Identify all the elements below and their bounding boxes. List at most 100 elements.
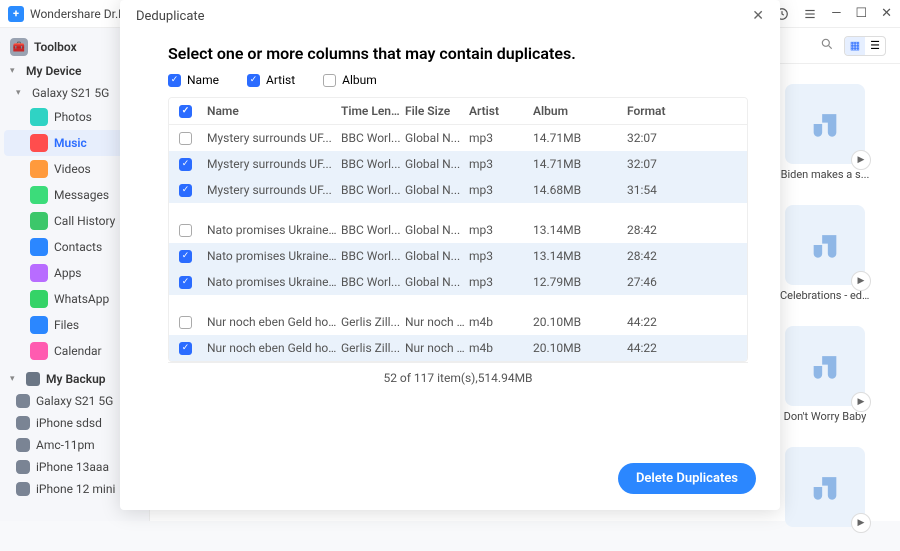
table-cell: 13.14MB xyxy=(533,223,623,237)
table-cell: mp3 xyxy=(469,275,529,289)
list-view-button[interactable]: ☰ xyxy=(865,37,885,55)
table-cell: mp3 xyxy=(469,131,529,145)
select-all-checkbox[interactable]: ✓ xyxy=(179,105,192,118)
selection-status: 52 of 117 item(s),514.94MB xyxy=(168,362,748,393)
sidebar-item-label: Amc-11pm xyxy=(36,438,95,452)
sidebar-item-label: iPhone 12 mini xyxy=(36,482,115,496)
modal-close-button[interactable]: ✕ xyxy=(752,8,764,24)
sidebar-item-label: Messages xyxy=(54,188,109,202)
close-button[interactable]: ✕ xyxy=(881,6,892,21)
row-checkbox[interactable]: ✓ xyxy=(179,184,192,197)
table-cell: 27:46 xyxy=(627,275,697,289)
table-cell: Nur noch ... xyxy=(405,315,465,329)
table-cell: 44:22 xyxy=(627,315,697,329)
play-icon[interactable]: ▶ xyxy=(851,150,871,170)
view-toggle: ▦ ☰ xyxy=(844,36,886,56)
checkbox-icon: ✓ xyxy=(168,74,181,87)
music-thumbnail: ▶ xyxy=(785,447,865,527)
table-cell: 14.68MB xyxy=(533,183,623,197)
table-cell: 20.10MB xyxy=(533,341,623,355)
table-row[interactable]: Nur noch eben Geld ho...Gerlis Zill...Nu… xyxy=(169,309,747,335)
music-thumbnail: ▶ xyxy=(785,326,865,406)
table-cell: Mystery surrounds UF... xyxy=(207,183,337,197)
table-cell: m4b xyxy=(469,341,529,355)
modal-subtitle: Select one or more columns that may cont… xyxy=(168,44,748,63)
table-row[interactable]: ✓Mystery surrounds UF...BBC Worl...Globa… xyxy=(169,177,747,203)
device-icon xyxy=(16,460,30,474)
row-checkbox[interactable]: ✓ xyxy=(179,158,192,171)
play-icon[interactable]: ▶ xyxy=(851,392,871,412)
row-checkbox[interactable]: ✓ xyxy=(179,342,192,355)
app-logo-icon: + xyxy=(8,6,24,22)
column-header: Time Len... xyxy=(341,104,401,118)
category-icon xyxy=(30,316,48,334)
minimize-button[interactable]: — xyxy=(831,6,841,21)
table-cell: 28:42 xyxy=(627,249,697,263)
table-cell: mp3 xyxy=(469,183,529,197)
device-icon xyxy=(16,482,30,496)
delete-duplicates-button[interactable]: Delete Duplicates xyxy=(618,463,756,494)
music-card[interactable]: ▶Biden makes a s... xyxy=(780,84,870,181)
row-checkbox[interactable] xyxy=(179,132,192,145)
column-header: File Size xyxy=(405,104,465,118)
table-row[interactable]: ✓Nato promises Ukraine...BBC Worl...Glob… xyxy=(169,243,747,269)
category-icon xyxy=(30,160,48,178)
table-cell: Global N... xyxy=(405,249,465,263)
music-card[interactable]: ▶ xyxy=(780,447,870,531)
table-cell: Nur noch eben Geld ho... xyxy=(207,315,337,329)
sidebar-item-label: Photos xyxy=(54,110,92,124)
category-icon xyxy=(30,290,48,308)
table-row[interactable]: ✓ Mystery surrounds UF... BBC Worl... Globa… xyxy=(169,151,747,177)
sidebar-item-label: iPhone sdsd xyxy=(36,416,102,430)
table-cell: 44:22 xyxy=(627,341,697,355)
deduplicate-modal: Deduplicate ✕ Select one or more columns… xyxy=(120,0,780,510)
sidebar-item-label: Galaxy S21 5G xyxy=(36,394,113,408)
table-row[interactable]: ✓Nato promises Ukraine...BBC Worl...Glob… xyxy=(169,269,747,295)
menu-icon[interactable] xyxy=(803,7,817,21)
group-separator xyxy=(169,295,747,309)
table-row[interactable]: Nato promises Ukraine...BBC Worl...Globa… xyxy=(169,217,747,243)
sidebar-item-label: iPhone 13aaa xyxy=(36,460,109,474)
table-cell: 28:42 xyxy=(627,223,697,237)
category-icon xyxy=(30,264,48,282)
row-checkbox[interactable]: ✓ xyxy=(179,276,192,289)
table-cell: mp3 xyxy=(469,157,529,171)
sidebar-item-label: Contacts xyxy=(54,240,102,254)
table-cell: Global N... xyxy=(405,157,465,171)
row-checkbox[interactable] xyxy=(179,224,192,237)
table-cell: Mystery surrounds UF... xyxy=(207,157,337,171)
column-check-artist[interactable]: ✓Artist xyxy=(247,73,295,87)
music-card[interactable]: ▶Celebrations - ed... xyxy=(780,205,870,302)
device-icon xyxy=(16,394,30,408)
column-check-name[interactable]: ✓Name xyxy=(168,73,219,87)
grid-view-button[interactable]: ▦ xyxy=(845,37,865,55)
table-cell: BBC Worl... xyxy=(341,183,401,197)
column-check-album[interactable]: Album xyxy=(323,73,377,87)
play-icon[interactable]: ▶ xyxy=(851,271,871,291)
table-cell: 32:07 xyxy=(627,131,697,145)
play-icon[interactable]: ▶ xyxy=(851,513,871,533)
music-thumbnail: ▶ xyxy=(785,84,865,164)
search-icon[interactable] xyxy=(820,37,834,55)
table-cell: Global N... xyxy=(405,131,465,145)
table-cell: 14.71MB xyxy=(533,157,623,171)
row-checkbox[interactable]: ✓ xyxy=(179,250,192,263)
chevron-down-icon: ▾ xyxy=(10,66,20,76)
music-card[interactable]: ▶Don't Worry Baby xyxy=(780,326,870,423)
maximize-button[interactable]: ☐ xyxy=(855,6,867,21)
sidebar-label: My Backup xyxy=(46,372,106,386)
sidebar-item-label: Calendar xyxy=(54,344,102,358)
table-cell: BBC Worl... xyxy=(341,249,401,263)
modal-title: Deduplicate xyxy=(136,9,205,24)
row-checkbox[interactable] xyxy=(179,316,192,329)
table-cell: BBC Worl... xyxy=(341,157,401,171)
table-row[interactable]: Mystery surrounds UF...BBC Worl...Global… xyxy=(169,125,747,151)
table-cell: Nato promises Ukraine... xyxy=(207,275,337,289)
column-header: Name xyxy=(207,104,337,118)
table-cell: mp3 xyxy=(469,223,529,237)
table-row[interactable]: ✓Nur noch eben Geld ho...Gerlis Zill...N… xyxy=(169,335,747,361)
duplicates-table: ✓NameTime Len...File SizeArtistAlbumForm… xyxy=(168,97,748,362)
column-header: Artist xyxy=(469,104,529,118)
sidebar-item-label: Music xyxy=(54,136,87,150)
table-cell: m4b xyxy=(469,315,529,329)
